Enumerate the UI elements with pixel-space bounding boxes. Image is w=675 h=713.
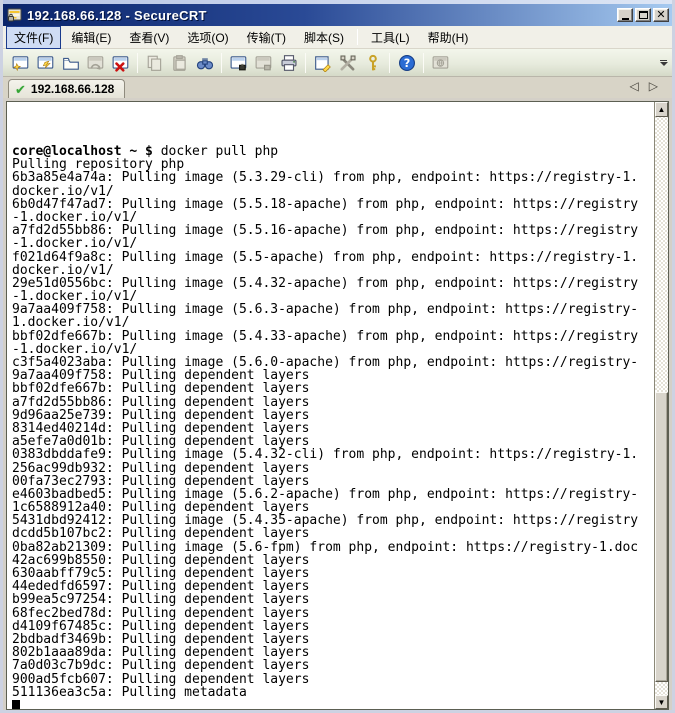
print-icon[interactable] [276, 51, 301, 75]
minimize-icon [622, 18, 629, 20]
log-session-icon[interactable] [226, 51, 251, 75]
raw-log-icon[interactable] [251, 51, 276, 75]
toolbar-divider [221, 53, 222, 73]
menu-item-6[interactable]: 脚本(S) [296, 26, 352, 49]
window-title: 192.168.66.128 - SecureCRT [27, 8, 617, 23]
arrow-up-icon: ▲ [658, 105, 666, 114]
toolbar: ? [3, 49, 672, 77]
menu-item-4[interactable]: 选项(O) [179, 26, 236, 49]
terminal-line: 6b0d47f47ad7: Pulling image (5.5.18-apac… [12, 198, 654, 211]
terminal-line: 00fa73ec2793: Pulling dependent layers [12, 475, 654, 488]
scrollbar-thumb[interactable] [655, 392, 668, 682]
toolbar-overflow-button[interactable] [657, 55, 670, 71]
paste-icon[interactable] [167, 51, 192, 75]
terminal-line: -1.docker.io/v1/ [12, 237, 654, 250]
web-session-icon[interactable] [428, 51, 453, 75]
reconnect-icon[interactable] [83, 51, 108, 75]
terminal-blank-space [12, 105, 654, 145]
find-icon[interactable] [192, 51, 217, 75]
terminal-line: 6b3a85e4a74a: Pulling image (5.3.29-cli)… [12, 171, 654, 184]
terminal-line: 1.docker.io/v1/ [12, 316, 654, 329]
sessions-icon[interactable] [58, 51, 83, 75]
terminal-line: 0ba82ab21309: Pulling image (5.6-fpm) fr… [12, 541, 654, 554]
menu-bar: 文件(F)编辑(E)查看(V)选项(O)传输(T)脚本(S) 工具(L)帮助(H) [3, 26, 672, 49]
terminal-line: f021d64f9a8c: Pulling image (5.5-apache)… [12, 251, 654, 264]
scrollbar-down-button[interactable]: ▼ [655, 695, 668, 709]
copy-icon[interactable] [142, 51, 167, 75]
terminal-line: docker.io/v1/ [12, 264, 654, 277]
maximize-icon [639, 11, 648, 19]
close-icon: ✕ [656, 10, 665, 20]
svg-text:?: ? [403, 57, 410, 70]
securecrt-window: 192.168.66.128 - SecureCRT ✕ 文件(F)编辑(E)查… [0, 0, 675, 713]
toolbar-divider [305, 53, 306, 73]
terminal-output[interactable]: core@localhost ~ $ docker pull php Pulli… [7, 102, 654, 709]
tab-bar: ✔ 192.168.66.128 ◁ ▷ [3, 77, 672, 98]
terminal-line: 900ad5fcb607: Pulling dependent layers [12, 673, 654, 686]
terminal-line: b99ea5c97254: Pulling dependent layers [12, 593, 654, 606]
terminal-scrollbar[interactable]: ▲ ▼ [654, 102, 668, 709]
terminal-pane: core@localhost ~ $ docker pull php Pulli… [6, 101, 669, 710]
session-options-icon[interactable] [310, 51, 335, 75]
new-session-icon[interactable] [8, 51, 33, 75]
terminal-line: 0383dbddafe9: Pulling image (5.4.32-cli)… [12, 448, 654, 461]
tab-scroll-left-icon[interactable]: ◁ [630, 79, 639, 93]
terminal-line: 256ac99db932: Pulling dependent layers [12, 462, 654, 475]
toolbar-divider [423, 53, 424, 73]
chevron-down-icon [660, 62, 668, 66]
minimize-button[interactable] [617, 8, 633, 22]
disconnect-icon[interactable] [108, 51, 133, 75]
terminal-line: 7a0d03c7b9dc: Pulling dependent layers [12, 659, 654, 672]
menu-divider [357, 29, 358, 45]
scrollbar-up-button[interactable]: ▲ [655, 102, 668, 117]
toolbar-divider [137, 53, 138, 73]
menu-item-3[interactable]: 查看(V) [121, 26, 177, 49]
terminal-line: dcdd5b107bc2: Pulling dependent layers [12, 527, 654, 540]
tab-scroll-right-icon[interactable]: ▷ [649, 79, 658, 93]
terminal-cursor-line [12, 699, 654, 709]
terminal-line: a7fd2d55bb86: Pulling dependent layers [12, 396, 654, 409]
menu-item-8[interactable]: 帮助(H) [420, 26, 477, 49]
securecrt-app-icon[interactable] [7, 7, 23, 23]
terminal-line: 68fec2bed78d: Pulling dependent layers [12, 607, 654, 620]
toolbar-divider [389, 53, 390, 73]
close-button[interactable]: ✕ [653, 8, 669, 22]
menu-item-1[interactable]: 文件(F) [6, 26, 61, 49]
terminal-line: bbf02dfe667b: Pulling dependent layers [12, 382, 654, 395]
title-bar[interactable]: 192.168.66.128 - SecureCRT ✕ [3, 4, 672, 26]
session-tab[interactable]: ✔ 192.168.66.128 [8, 79, 125, 98]
terminal-cursor [12, 700, 20, 709]
terminal-line: bbf02dfe667b: Pulling image (5.4.33-apac… [12, 330, 654, 343]
terminal-line: docker.io/v1/ [12, 185, 654, 198]
terminal-line: 9d96aa25e739: Pulling dependent layers [12, 409, 654, 422]
menu-item-5[interactable]: 传输(T) [239, 26, 294, 49]
terminal-line: 511136ea3c5a: Pulling metadata [12, 686, 654, 699]
menu-item-7[interactable]: 工具(L) [363, 26, 418, 49]
menu-item-2[interactable]: 编辑(E) [63, 26, 119, 49]
help-icon[interactable]: ? [394, 51, 419, 75]
terminal-line: d4109f67485c: Pulling dependent layers [12, 620, 654, 633]
maximize-button[interactable] [635, 8, 651, 22]
session-tab-label: 192.168.66.128 [31, 82, 114, 96]
connected-check-icon: ✔ [15, 83, 26, 96]
arrow-down-icon: ▼ [658, 698, 666, 707]
global-options-icon[interactable] [335, 51, 360, 75]
quick-connect-icon[interactable] [33, 51, 58, 75]
keymap-icon[interactable] [360, 51, 385, 75]
